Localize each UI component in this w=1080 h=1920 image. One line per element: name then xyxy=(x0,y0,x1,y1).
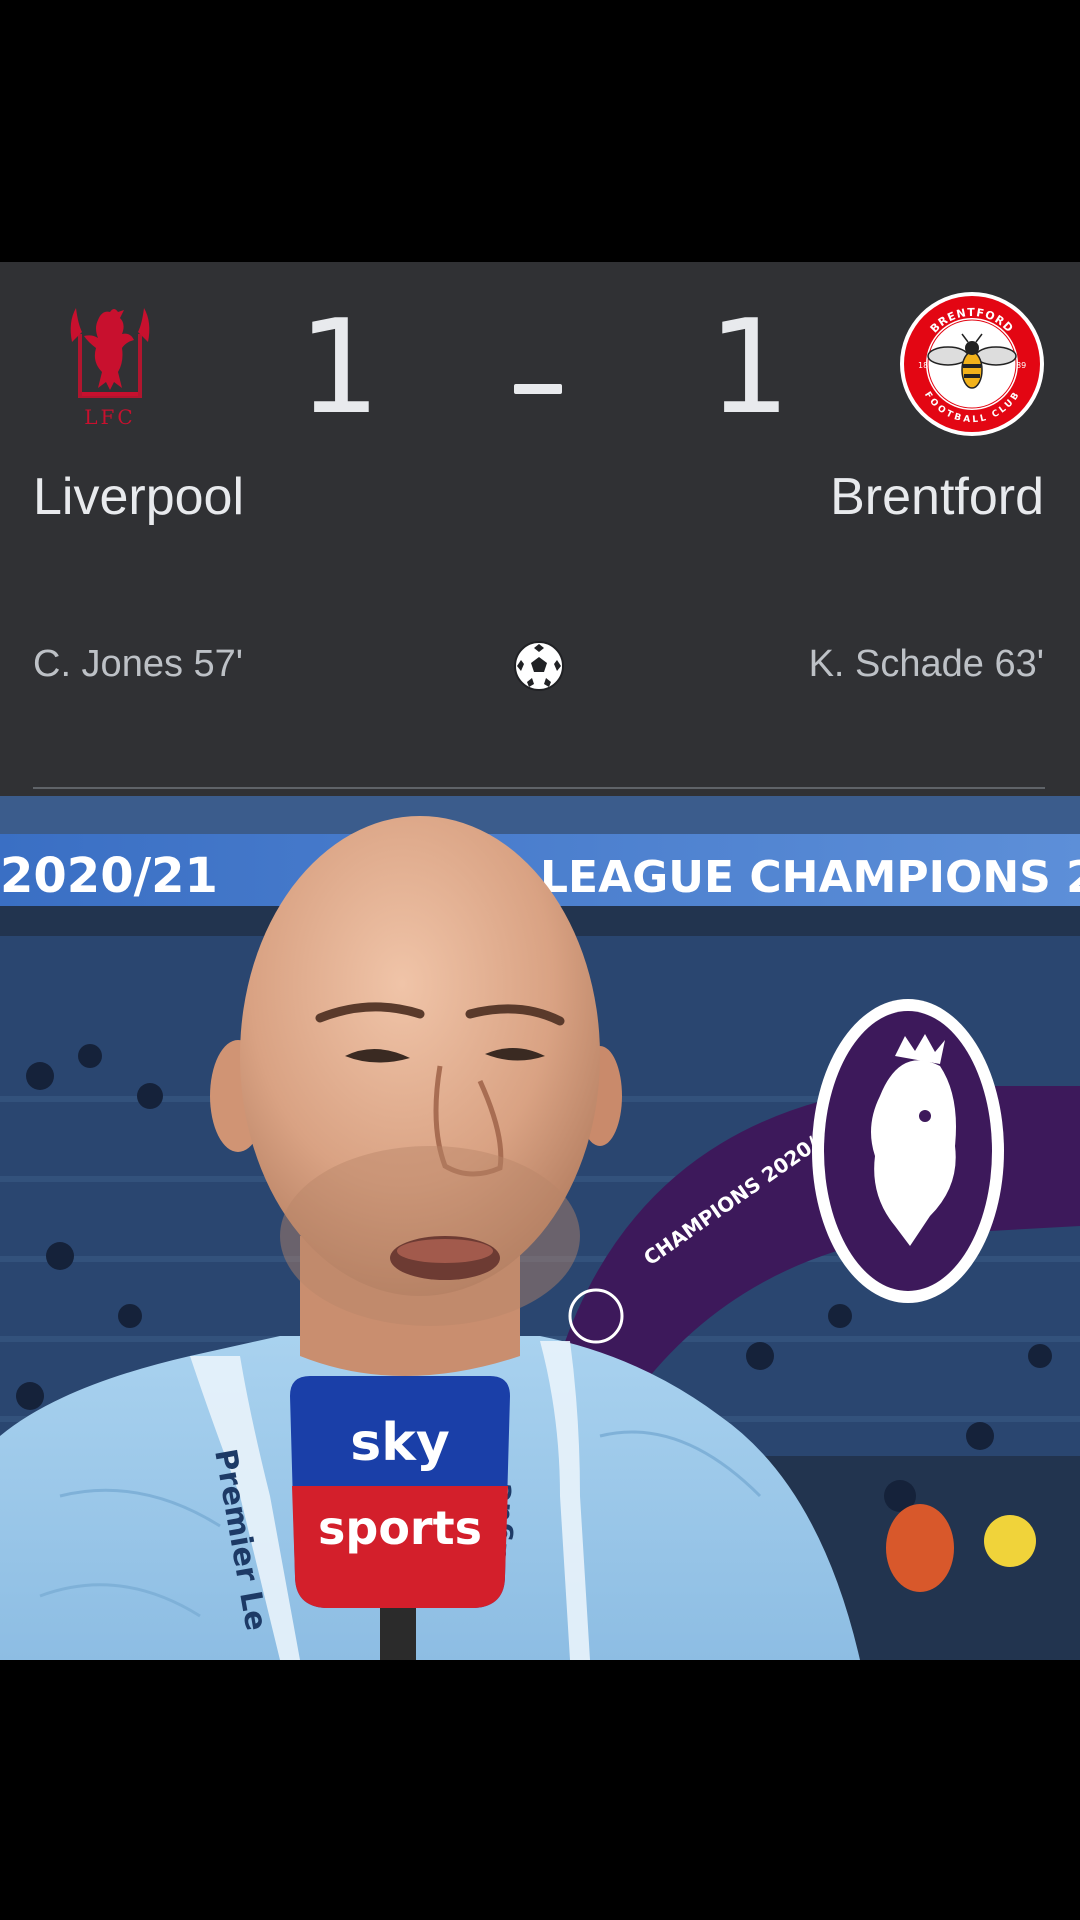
brentford-year-right: 89 xyxy=(1016,361,1026,370)
away-goal-scorer: K. Schade 63' xyxy=(808,643,1044,685)
away-team-name[interactable]: Brentford xyxy=(830,467,1044,527)
screen: LFC 1 1 BRENTFORD FOOTBALL CLUB 18 89 Li… xyxy=(0,0,1080,1920)
liverpool-crest-icon: LFC xyxy=(70,308,150,429)
match-score-card[interactable]: LFC 1 1 BRENTFORD FOOTBALL CLUB 18 89 Li… xyxy=(0,262,1080,796)
liverpool-crest-text: LFC xyxy=(84,405,135,429)
brentford-year-left: 18 xyxy=(918,361,928,370)
mic-brand-top: sky xyxy=(350,1413,449,1473)
home-score: 1 xyxy=(298,291,381,443)
home-goal-scorer: C. Jones 57' xyxy=(33,643,244,685)
video-player[interactable]: 2020/21 LEAGUE CHAMPIONS 2020 CHAMPIONS … xyxy=(0,796,1080,1660)
soccer-ball-icon xyxy=(514,641,564,691)
home-team-name[interactable]: Liverpool xyxy=(33,467,244,527)
video-banner-left: 2020/21 xyxy=(0,848,218,904)
video-frame-image: 2020/21 LEAGUE CHAMPIONS 2020 CHAMPIONS … xyxy=(0,796,1080,1660)
card-divider xyxy=(33,787,1045,789)
brentford-crest-icon: BRENTFORD FOOTBALL CLUB 18 89 xyxy=(900,292,1044,436)
video-banner-right: LEAGUE CHAMPIONS 2020 xyxy=(540,852,1080,903)
away-score: 1 xyxy=(708,291,791,443)
mic-brand-bottom: sports xyxy=(318,1501,482,1555)
score-separator xyxy=(514,384,562,394)
